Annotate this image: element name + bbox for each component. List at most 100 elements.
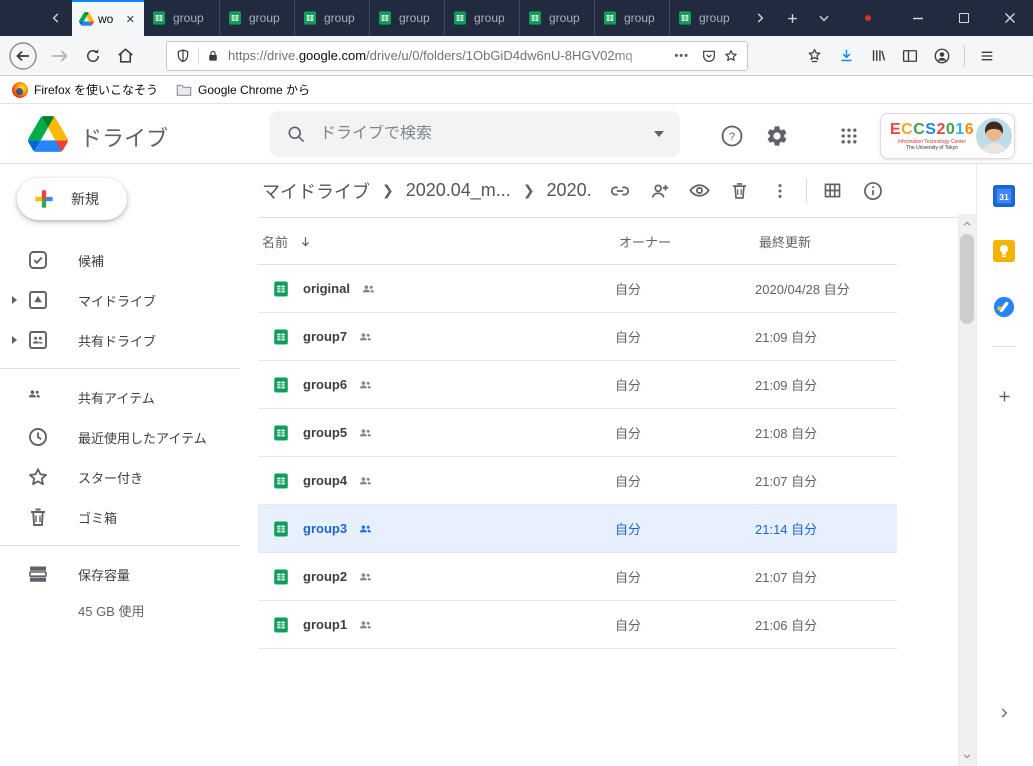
pocket-icon[interactable] bbox=[701, 48, 717, 64]
scrollbar-thumb[interactable] bbox=[960, 234, 974, 324]
help-button[interactable]: ? bbox=[718, 122, 746, 150]
file-row-original[interactable]: original自分2020/04/28 自分 bbox=[258, 265, 897, 313]
tab-active-drive[interactable]: wo ✕ bbox=[72, 0, 144, 36]
svg-text:?: ? bbox=[729, 131, 735, 143]
bookmarks-star-list-icon[interactable] bbox=[798, 40, 830, 72]
hide-side-panel-button[interactable] bbox=[993, 702, 1015, 724]
google-drive-logo[interactable] bbox=[28, 116, 68, 152]
sidebar-item-my-drive[interactable]: マイドライブ bbox=[0, 280, 258, 320]
home-button[interactable] bbox=[110, 40, 140, 72]
more-actions-icon[interactable] bbox=[760, 171, 800, 211]
sidebar-item-priority[interactable]: 候補 bbox=[0, 240, 258, 280]
sidebar-item-label: 最近使用したアイテム bbox=[78, 428, 207, 447]
info-icon[interactable] bbox=[853, 171, 893, 211]
get-link-icon[interactable] bbox=[600, 171, 640, 211]
page-actions-icon[interactable]: ••• bbox=[674, 50, 689, 62]
tasks-icon[interactable] bbox=[993, 296, 1015, 318]
bookmark-folder-chrome[interactable]: Google Chrome から bbox=[176, 81, 310, 98]
breadcrumb-folder-1[interactable]: 2020.04_m... bbox=[406, 180, 511, 201]
url-text[interactable]: https://drive.google.com/drive/u/0/folde… bbox=[228, 48, 668, 63]
search-options-caret-icon[interactable] bbox=[654, 131, 664, 137]
bookmark-star-icon[interactable] bbox=[723, 48, 739, 64]
account-badge[interactable]: ECCS2016 Information Technology Center T… bbox=[880, 113, 1015, 159]
sidebar-item-people[interactable]: 共有アイテム bbox=[0, 377, 258, 417]
preview-eye-icon[interactable] bbox=[680, 171, 720, 211]
sidebar-item-clock[interactable]: 最近使用したアイテム bbox=[0, 417, 258, 457]
tab-scroll-left-button[interactable] bbox=[40, 0, 72, 36]
shared-people-icon bbox=[357, 616, 374, 633]
tab-group-sheet[interactable]: group bbox=[219, 0, 294, 36]
scrollbar-down-arrow[interactable] bbox=[958, 748, 976, 764]
tracking-protection-shield-icon[interactable] bbox=[175, 48, 191, 64]
scrollbar-up-arrow[interactable] bbox=[958, 216, 976, 232]
breadcrumb-folder-2[interactable]: 2020. bbox=[547, 180, 592, 201]
maximize-icon bbox=[959, 13, 969, 23]
star-icon bbox=[26, 465, 50, 489]
bookmark-item-firefox[interactable]: Firefox を使いこなそう bbox=[12, 81, 158, 98]
grid-view-icon[interactable] bbox=[813, 171, 853, 211]
google-sheets-icon bbox=[151, 10, 167, 26]
avatar[interactable] bbox=[976, 118, 1012, 154]
my-drive-icon bbox=[26, 288, 50, 312]
home-icon bbox=[116, 46, 135, 65]
file-row-group2[interactable]: group2自分21:07 自分 bbox=[258, 553, 897, 601]
search-input[interactable] bbox=[320, 125, 654, 143]
new-tab-button[interactable] bbox=[776, 0, 808, 36]
tab-group-sheet[interactable]: group bbox=[594, 0, 669, 36]
back-button[interactable] bbox=[6, 40, 40, 72]
forward-button[interactable] bbox=[42, 40, 76, 72]
tab-group-sheet[interactable]: group bbox=[144, 0, 219, 36]
sort-descending-arrow-icon[interactable] bbox=[298, 234, 313, 249]
expand-arrow-icon[interactable] bbox=[12, 336, 17, 344]
column-header-name[interactable]: 名前 bbox=[262, 232, 288, 251]
account-icon[interactable] bbox=[926, 40, 958, 72]
keep-icon[interactable] bbox=[993, 240, 1015, 262]
google-apps-waffle-icon[interactable] bbox=[835, 122, 863, 150]
reload-button[interactable] bbox=[78, 40, 108, 72]
list-scrollbar[interactable] bbox=[958, 214, 976, 766]
tab-group-sheet[interactable]: group bbox=[294, 0, 369, 36]
sidebar-item-shared-drives[interactable]: 共有ドライブ bbox=[0, 320, 258, 360]
file-row-group5[interactable]: group5自分21:08 自分 bbox=[258, 409, 897, 457]
address-bar[interactable]: https://drive.google.com/drive/u/0/folde… bbox=[166, 41, 748, 71]
downloads-icon[interactable] bbox=[830, 40, 862, 72]
file-row-group7[interactable]: group7自分21:09 自分 bbox=[258, 313, 897, 361]
sidebar-item-trash[interactable]: ゴミ箱 bbox=[0, 497, 258, 537]
file-name: group3 bbox=[303, 521, 347, 536]
tab-group-sheet[interactable]: group bbox=[444, 0, 519, 36]
tab-group-sheet[interactable]: group bbox=[669, 0, 744, 36]
new-button[interactable]: 新規 bbox=[17, 178, 127, 220]
minimize-button[interactable] bbox=[895, 0, 941, 36]
tab-close-icon[interactable]: ✕ bbox=[124, 13, 137, 26]
maximize-button[interactable] bbox=[941, 0, 987, 36]
search-icon[interactable] bbox=[286, 124, 306, 144]
drive-search-box[interactable] bbox=[270, 111, 680, 157]
lock-icon[interactable] bbox=[206, 49, 220, 63]
add-person-icon[interactable] bbox=[640, 171, 680, 211]
sidebar-item-label: 共有ドライブ bbox=[78, 331, 156, 350]
tab-group-sheet[interactable]: group bbox=[519, 0, 594, 36]
sidebars-icon[interactable] bbox=[894, 40, 926, 72]
trash-icon[interactable] bbox=[720, 171, 760, 211]
file-modified: 21:14 自分 bbox=[755, 519, 897, 538]
calendar-icon[interactable]: 31 bbox=[993, 185, 1015, 207]
list-all-tabs-button[interactable] bbox=[808, 0, 840, 36]
sidebar-item-star[interactable]: スター付き bbox=[0, 457, 258, 497]
recording-indicator-icon bbox=[865, 15, 871, 21]
close-window-button[interactable] bbox=[987, 0, 1033, 36]
settings-gear-icon[interactable] bbox=[763, 122, 791, 150]
breadcrumb-my-drive[interactable]: マイドライブ bbox=[262, 178, 370, 204]
tab-scroll-right-button[interactable] bbox=[744, 0, 776, 36]
library-icon[interactable] bbox=[862, 40, 894, 72]
file-row-group3[interactable]: group3自分21:14 自分 bbox=[258, 505, 897, 553]
minimize-icon bbox=[912, 12, 924, 24]
get-add-ons-button[interactable] bbox=[993, 385, 1015, 407]
sidebar-item-storage[interactable]: 保存容量 bbox=[0, 554, 258, 594]
file-row-group1[interactable]: group1自分21:06 自分 bbox=[258, 601, 897, 649]
tab-group-sheet[interactable]: group bbox=[369, 0, 444, 36]
expand-arrow-icon[interactable] bbox=[12, 296, 17, 304]
file-row-group4[interactable]: group4自分21:07 自分 bbox=[258, 457, 897, 505]
menu-hamburger-icon[interactable] bbox=[971, 40, 1003, 72]
file-row-group6[interactable]: group6自分21:09 自分 bbox=[258, 361, 897, 409]
google-sheets-icon bbox=[452, 10, 468, 26]
